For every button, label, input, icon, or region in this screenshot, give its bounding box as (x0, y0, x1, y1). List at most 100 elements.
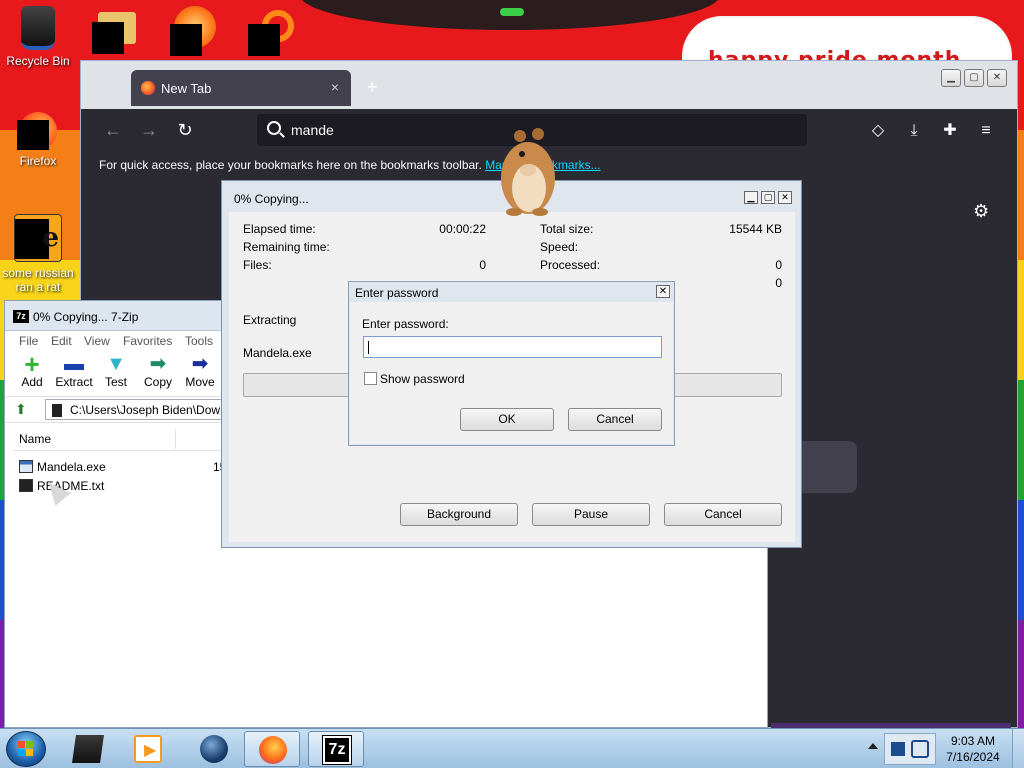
move-arrow-icon: ➡ (191, 353, 209, 375)
move-button[interactable]: ➡ Move (178, 353, 222, 389)
desktop-icon-label: some russian ran a rat (2, 266, 74, 294)
menu-view[interactable]: View (84, 334, 110, 348)
processed-label: Processed: (540, 258, 601, 272)
copy-button[interactable]: ➡ Copy (136, 353, 180, 389)
menu-favorites[interactable]: Favorites (123, 334, 172, 348)
close-icon[interactable]: ✕ (656, 285, 670, 298)
globe-icon (200, 735, 228, 763)
tab-new-tab[interactable]: New Tab × (131, 70, 351, 106)
taskbar-app-firefox[interactable] (244, 731, 300, 767)
tray-icons[interactable] (884, 733, 936, 765)
password-label: Enter password: (362, 317, 449, 331)
reload-icon[interactable]: ↻ (173, 119, 197, 143)
copy-arrow-icon: ➡ (149, 353, 167, 375)
desktop-icon-label: Firefox (19, 154, 57, 168)
add-button[interactable]: + Add (10, 351, 54, 389)
firefox-icon (259, 736, 287, 764)
column-header-name[interactable]: Name (13, 427, 229, 451)
firefox-icon (17, 112, 57, 150)
downloads-icon[interactable]: ⤓ (903, 120, 925, 142)
desktop-icon-rat[interactable]: e some russian ran a rat (0, 214, 76, 294)
extract-button[interactable]: ▬ Extract (52, 353, 96, 389)
cancel-copy-button[interactable]: Cancel (664, 503, 782, 526)
document-icon: e (14, 214, 62, 262)
action-label: Extracting (243, 313, 297, 327)
tray-expand-icon[interactable] (868, 743, 878, 749)
recycle-bin-icon (21, 6, 55, 50)
password-input[interactable] (363, 336, 662, 358)
media-player-icon: ▶ (134, 735, 162, 763)
minus-icon: ▬ (64, 353, 84, 375)
menu-edit[interactable]: Edit (51, 334, 72, 348)
desktop-icon-recycle-bin[interactable]: Recycle Bin (0, 6, 76, 68)
compressed-value: 0 (775, 276, 782, 290)
windows-logo-icon (18, 741, 33, 756)
desktop-icon-app-2[interactable] (248, 8, 296, 56)
show-password-label[interactable]: Show password (380, 372, 465, 386)
speed-label: Speed: (540, 240, 579, 254)
menu-icon[interactable]: ≡ (975, 120, 997, 142)
wallpaper-green-light (500, 8, 524, 16)
back-arrow-icon[interactable]: ← (101, 119, 125, 143)
wallpaper-dark-shape (300, 0, 720, 30)
exe-file-icon (19, 460, 33, 473)
path-input[interactable]: C:\Users\Joseph Biden\Down (45, 399, 225, 420)
menu-tools[interactable]: Tools (185, 334, 213, 348)
password-dialog: Enter password ✕ Enter password: Show pa… (348, 281, 675, 446)
cancel-button[interactable]: Cancel (568, 408, 662, 431)
firefox-titlebar: New Tab × + ▁ ▢ ✕ (81, 61, 1017, 109)
address-bar-text: mande (291, 122, 334, 138)
7zip-icon: 7z (322, 735, 352, 765)
current-file: Mandela.exe (243, 346, 312, 360)
close-dialog-button[interactable]: ✕ (778, 191, 792, 204)
taskbar-app-media[interactable]: ▶ (120, 731, 176, 767)
pause-button[interactable]: Pause (532, 503, 650, 526)
taskbar-app-globe[interactable] (186, 731, 242, 767)
network-icon[interactable] (891, 742, 905, 756)
desktop-icon-label: Recycle Bin (6, 54, 70, 68)
forward-arrow-icon[interactable]: → (137, 119, 161, 143)
maximize-button[interactable]: ▢ (964, 69, 984, 87)
menu-file[interactable]: File (19, 334, 38, 348)
maximize-button[interactable]: ▢ (761, 191, 775, 204)
close-window-button[interactable]: ✕ (987, 69, 1007, 87)
total-size-label: Total size: (540, 222, 594, 236)
text-caret (368, 341, 369, 354)
firefox-tab-icon (141, 81, 155, 95)
pocket-icon[interactable]: ◇ (867, 120, 889, 142)
clock-date: 7/16/2024 (946, 750, 1000, 764)
password-dialog-body: Enter password: Show password OK Cancel (350, 302, 673, 444)
desktop-icon-folder[interactable] (92, 10, 138, 56)
terminal-icon (72, 735, 104, 763)
minimize-button[interactable]: ▁ (744, 191, 758, 204)
desktop-icon-app[interactable] (170, 6, 218, 56)
show-desktop-button[interactable] (1012, 729, 1024, 768)
volume-icon[interactable] (911, 740, 929, 758)
taskbar-app-terminal[interactable] (60, 731, 116, 767)
extensions-icon[interactable]: ✚ (939, 120, 961, 142)
ok-button[interactable]: OK (460, 408, 554, 431)
redaction-box (92, 22, 124, 54)
files-label: Files: (243, 258, 272, 272)
close-tab-icon[interactable]: × (331, 79, 339, 95)
start-button[interactable] (6, 731, 46, 767)
taskbar: ▶ 7z 9:03 AM 7/16/2024 (0, 728, 1024, 768)
taskbar-app-7zip[interactable]: 7z (308, 731, 364, 767)
gear-icon[interactable]: ⚙ (973, 201, 989, 222)
total-size-value: 15544 KB (729, 222, 782, 236)
processed-value: 0 (775, 258, 782, 272)
folder-up-icon[interactable]: ⬆ (15, 401, 33, 419)
background-button[interactable]: Background (400, 503, 518, 526)
minimize-button[interactable]: ▁ (941, 69, 961, 87)
taskbar-clock[interactable]: 9:03 AM 7/16/2024 (940, 733, 1006, 765)
show-password-checkbox[interactable] (364, 372, 377, 385)
7zip-title: 0% Copying... 7-Zip (33, 310, 139, 324)
test-button[interactable]: ▼ Test (94, 353, 138, 389)
desktop-icon-firefox[interactable]: Firefox (0, 112, 76, 168)
redaction-box (248, 24, 280, 56)
list-item[interactable]: Mandela.exe 15 (13, 457, 229, 476)
7zip-app-icon: 7z (13, 310, 29, 323)
elapsed-label: Elapsed time: (243, 222, 316, 236)
new-tab-button[interactable]: + (367, 77, 378, 98)
hamster-sticker (501, 128, 555, 216)
